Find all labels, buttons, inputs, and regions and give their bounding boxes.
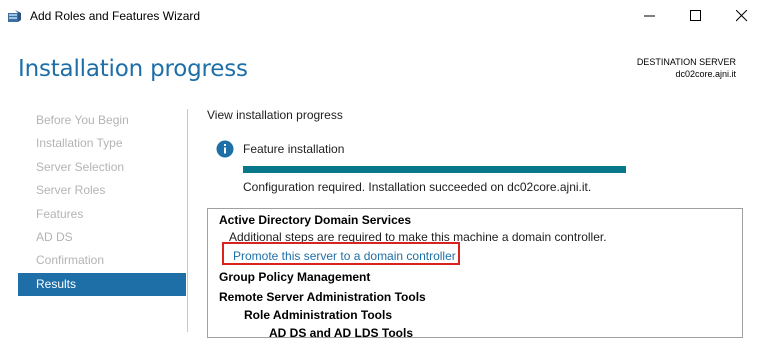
maximize-button[interactable]: [673, 0, 719, 32]
result-section-rsat: Remote Server Administration Tools: [219, 290, 426, 304]
destination-server-name: dc02core.ajni.it: [675, 69, 736, 79]
installation-status: Configuration required. Installation suc…: [243, 180, 592, 194]
nav-item-server-roles: Server Roles: [36, 183, 106, 198]
nav-item-features: Features: [36, 206, 84, 221]
nav-item-server-selection: Server Selection: [36, 159, 125, 174]
result-subsection-ad-ds-lds-tools: AD DS and AD LDS Tools: [269, 326, 413, 338]
destination-server-info: DESTINATION SERVER dc02core.ajni.it: [637, 56, 736, 80]
result-section-ad-ds: Active Directory Domain Services: [219, 213, 412, 227]
close-button[interactable]: [719, 0, 765, 32]
close-icon: [736, 10, 748, 22]
results-list[interactable]: Active Directory Domain Services Additio…: [207, 208, 743, 338]
nav-item-before-you-begin: Before You Begin: [36, 113, 129, 127]
result-section-gpm: Group Policy Management: [219, 270, 371, 284]
progress-fill: [243, 166, 626, 173]
destination-server-label: DESTINATION SERVER: [636, 57, 736, 67]
highlight-box: [222, 242, 460, 265]
maximize-icon: [690, 10, 701, 21]
installation-progress-bar: [243, 166, 626, 173]
nav-item-results[interactable]: Results: [18, 272, 186, 297]
minimize-icon: [644, 15, 655, 17]
feature-installation-label: Feature installation: [243, 142, 345, 156]
info-icon: [216, 140, 234, 158]
nav-item-ad-ds: AD DS: [36, 229, 73, 244]
wizard-header: Installation progress DESTINATION SERVER…: [0, 32, 768, 94]
result-subsection-role-admin-tools: Role Administration Tools: [244, 308, 393, 322]
wizard-nav: Before You Begin Installation Type Serve…: [18, 109, 186, 297]
window-title: Add Roles and Features Wizard: [30, 9, 201, 23]
page-title: Installation progress: [18, 56, 248, 82]
nav-item-installation-type: Installation Type: [36, 136, 123, 151]
minimize-button[interactable]: [627, 0, 673, 32]
content-heading: View installation progress: [207, 108, 343, 122]
nav-item-confirmation: Confirmation: [36, 253, 105, 268]
nav-divider: [187, 109, 188, 332]
server-manager-icon: [7, 8, 23, 24]
title-bar: Add Roles and Features Wizard: [0, 0, 768, 32]
